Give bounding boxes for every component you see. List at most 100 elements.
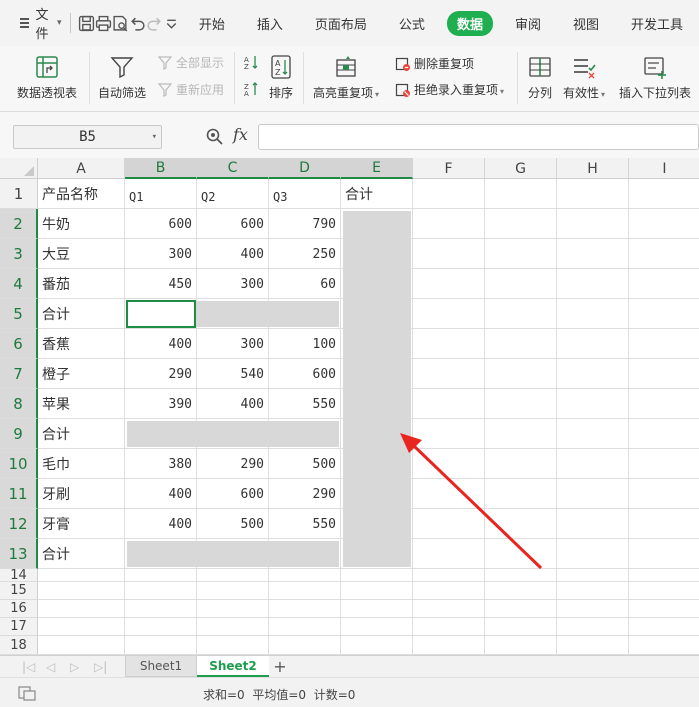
next-sheet-icon[interactable]: ▷ bbox=[70, 660, 79, 674]
row-header-5[interactable]: 5 bbox=[0, 299, 38, 329]
data-cell[interactable] bbox=[197, 539, 269, 569]
sort-descending-button[interactable]: ZA bbox=[243, 81, 262, 97]
reject-duplicate-entry-button[interactable]: 拒绝录入重复项 ▾ bbox=[395, 81, 504, 98]
row-header-17[interactable]: 17 bbox=[0, 618, 38, 636]
row-header-14[interactable]: 14 bbox=[0, 568, 38, 583]
header-cell[interactable]: Q1 bbox=[125, 179, 197, 209]
data-cell[interactable]: 600 bbox=[197, 479, 269, 509]
row-header-13[interactable]: 13 bbox=[0, 539, 38, 569]
undo-icon[interactable] bbox=[129, 11, 146, 36]
data-cell[interactable] bbox=[341, 299, 413, 329]
tab-page-layout[interactable]: 页面布局 bbox=[305, 10, 377, 37]
column-header-a[interactable]: A bbox=[38, 158, 125, 179]
remove-duplicates-button[interactable]: 删除重复项 bbox=[395, 55, 474, 72]
header-cell[interactable]: 合计 bbox=[341, 179, 413, 209]
tab-insert[interactable]: 插入 bbox=[247, 10, 293, 37]
data-cell[interactable]: 400 bbox=[125, 479, 197, 509]
sort-ascending-button[interactable]: AZ bbox=[243, 54, 262, 70]
tab-formulas[interactable]: 公式 bbox=[389, 10, 435, 37]
row-header-12[interactable]: 12 bbox=[0, 509, 38, 539]
reapply-button[interactable]: 重新应用 bbox=[157, 81, 224, 98]
data-cell[interactable]: 600 bbox=[125, 209, 197, 239]
data-cell[interactable] bbox=[269, 539, 341, 569]
data-cell[interactable]: 290 bbox=[269, 479, 341, 509]
column-header-c[interactable]: C bbox=[197, 158, 269, 179]
spreadsheet-grid[interactable]: ABCDEFGHI 1 2 3 4 5 6 7 8 9 10 11 12 13 14 15 16 17 18 产品名… bbox=[0, 158, 699, 655]
data-cell[interactable] bbox=[341, 329, 413, 359]
data-cell[interactable]: 450 bbox=[125, 269, 197, 299]
data-cell[interactable]: 250 bbox=[269, 239, 341, 269]
row-header-3[interactable]: 3 bbox=[0, 239, 38, 269]
data-cell[interactable]: 300 bbox=[197, 329, 269, 359]
insert-dropdown-list-button[interactable]: 插入下拉列表 bbox=[619, 54, 691, 101]
data-cell[interactable]: 500 bbox=[269, 449, 341, 479]
header-cell[interactable]: 产品名称 bbox=[38, 179, 125, 209]
data-cell[interactable]: 合计 bbox=[38, 539, 125, 569]
tab-home[interactable]: 开始 bbox=[189, 10, 235, 37]
data-cell[interactable]: 300 bbox=[125, 239, 197, 269]
data-cell[interactable]: 540 bbox=[197, 359, 269, 389]
data-cell[interactable] bbox=[341, 389, 413, 419]
data-cell[interactable] bbox=[269, 299, 341, 329]
redo-icon[interactable] bbox=[146, 11, 163, 36]
data-cell[interactable] bbox=[341, 509, 413, 539]
data-cell[interactable]: 400 bbox=[125, 329, 197, 359]
data-cell[interactable]: 香蕉 bbox=[38, 329, 125, 359]
tab-data[interactable]: 数据 bbox=[446, 10, 493, 36]
row-header-8[interactable]: 8 bbox=[0, 389, 38, 419]
insert-function-button[interactable]: fx bbox=[233, 125, 248, 144]
data-cell[interactable]: 合计 bbox=[38, 299, 125, 329]
data-cell[interactable]: 苹果 bbox=[38, 389, 125, 419]
data-cell[interactable]: 合计 bbox=[38, 419, 125, 449]
data-cell[interactable] bbox=[341, 419, 413, 449]
data-cell[interactable]: 300 bbox=[197, 269, 269, 299]
column-header-b[interactable]: B bbox=[125, 158, 197, 179]
highlight-duplicates-button[interactable]: 高亮重复项 ▾ bbox=[313, 54, 379, 101]
data-cell[interactable]: 390 bbox=[125, 389, 197, 419]
data-cell[interactable] bbox=[197, 299, 269, 329]
row-header-11[interactable]: 11 bbox=[0, 479, 38, 509]
formula-input[interactable] bbox=[258, 124, 699, 150]
quick-access-dropdown-icon[interactable] bbox=[163, 11, 180, 36]
row-header-1[interactable]: 1 bbox=[0, 179, 38, 209]
tab-view[interactable]: 视图 bbox=[563, 10, 609, 37]
data-cell[interactable]: 牙刷 bbox=[38, 479, 125, 509]
data-cell[interactable] bbox=[269, 419, 341, 449]
data-cell[interactable] bbox=[341, 449, 413, 479]
data-cell[interactable] bbox=[341, 239, 413, 269]
sheet-tab-sheet2[interactable]: Sheet2 bbox=[197, 656, 269, 677]
validity-button[interactable]: 有效性 ▾ bbox=[563, 54, 605, 101]
show-all-button[interactable]: 全部显示 bbox=[157, 54, 224, 71]
data-cell[interactable] bbox=[125, 419, 197, 449]
first-sheet-icon[interactable]: |◁ bbox=[22, 660, 35, 674]
row-header-7[interactable]: 7 bbox=[0, 359, 38, 389]
data-cell[interactable] bbox=[341, 539, 413, 569]
tab-developer[interactable]: 开发工具 bbox=[621, 10, 693, 37]
data-cell[interactable]: 大豆 bbox=[38, 239, 125, 269]
data-cell[interactable] bbox=[341, 359, 413, 389]
column-header-g[interactable]: G bbox=[485, 158, 557, 179]
pivot-table-button[interactable]: 数据透视表 bbox=[17, 54, 77, 101]
macro-record-icon[interactable] bbox=[18, 685, 36, 701]
column-header-i[interactable]: I bbox=[629, 158, 699, 179]
data-cell[interactable]: 550 bbox=[269, 389, 341, 419]
data-cell[interactable] bbox=[341, 209, 413, 239]
data-cell[interactable]: 400 bbox=[197, 239, 269, 269]
data-cell[interactable]: 790 bbox=[269, 209, 341, 239]
row-header-15[interactable]: 15 bbox=[0, 582, 38, 600]
sort-button[interactable]: AZ 排序 bbox=[268, 54, 294, 101]
row-header-16[interactable]: 16 bbox=[0, 600, 38, 618]
select-all-corner[interactable] bbox=[0, 158, 38, 179]
name-box[interactable]: B5 ▾ bbox=[13, 125, 162, 149]
data-cell[interactable]: 400 bbox=[125, 509, 197, 539]
sheet-tab-sheet1[interactable]: Sheet1 bbox=[125, 656, 197, 677]
data-cell[interactable]: 290 bbox=[197, 449, 269, 479]
data-cell[interactable]: 380 bbox=[125, 449, 197, 479]
row-header-6[interactable]: 6 bbox=[0, 329, 38, 359]
column-header-d[interactable]: D bbox=[269, 158, 341, 179]
file-menu-button[interactable]: 文件 ▾ bbox=[20, 8, 62, 42]
data-cell[interactable]: 500 bbox=[197, 509, 269, 539]
data-cell[interactable]: 600 bbox=[197, 209, 269, 239]
add-sheet-button[interactable]: + bbox=[271, 656, 289, 677]
column-header-f[interactable]: F bbox=[413, 158, 485, 179]
